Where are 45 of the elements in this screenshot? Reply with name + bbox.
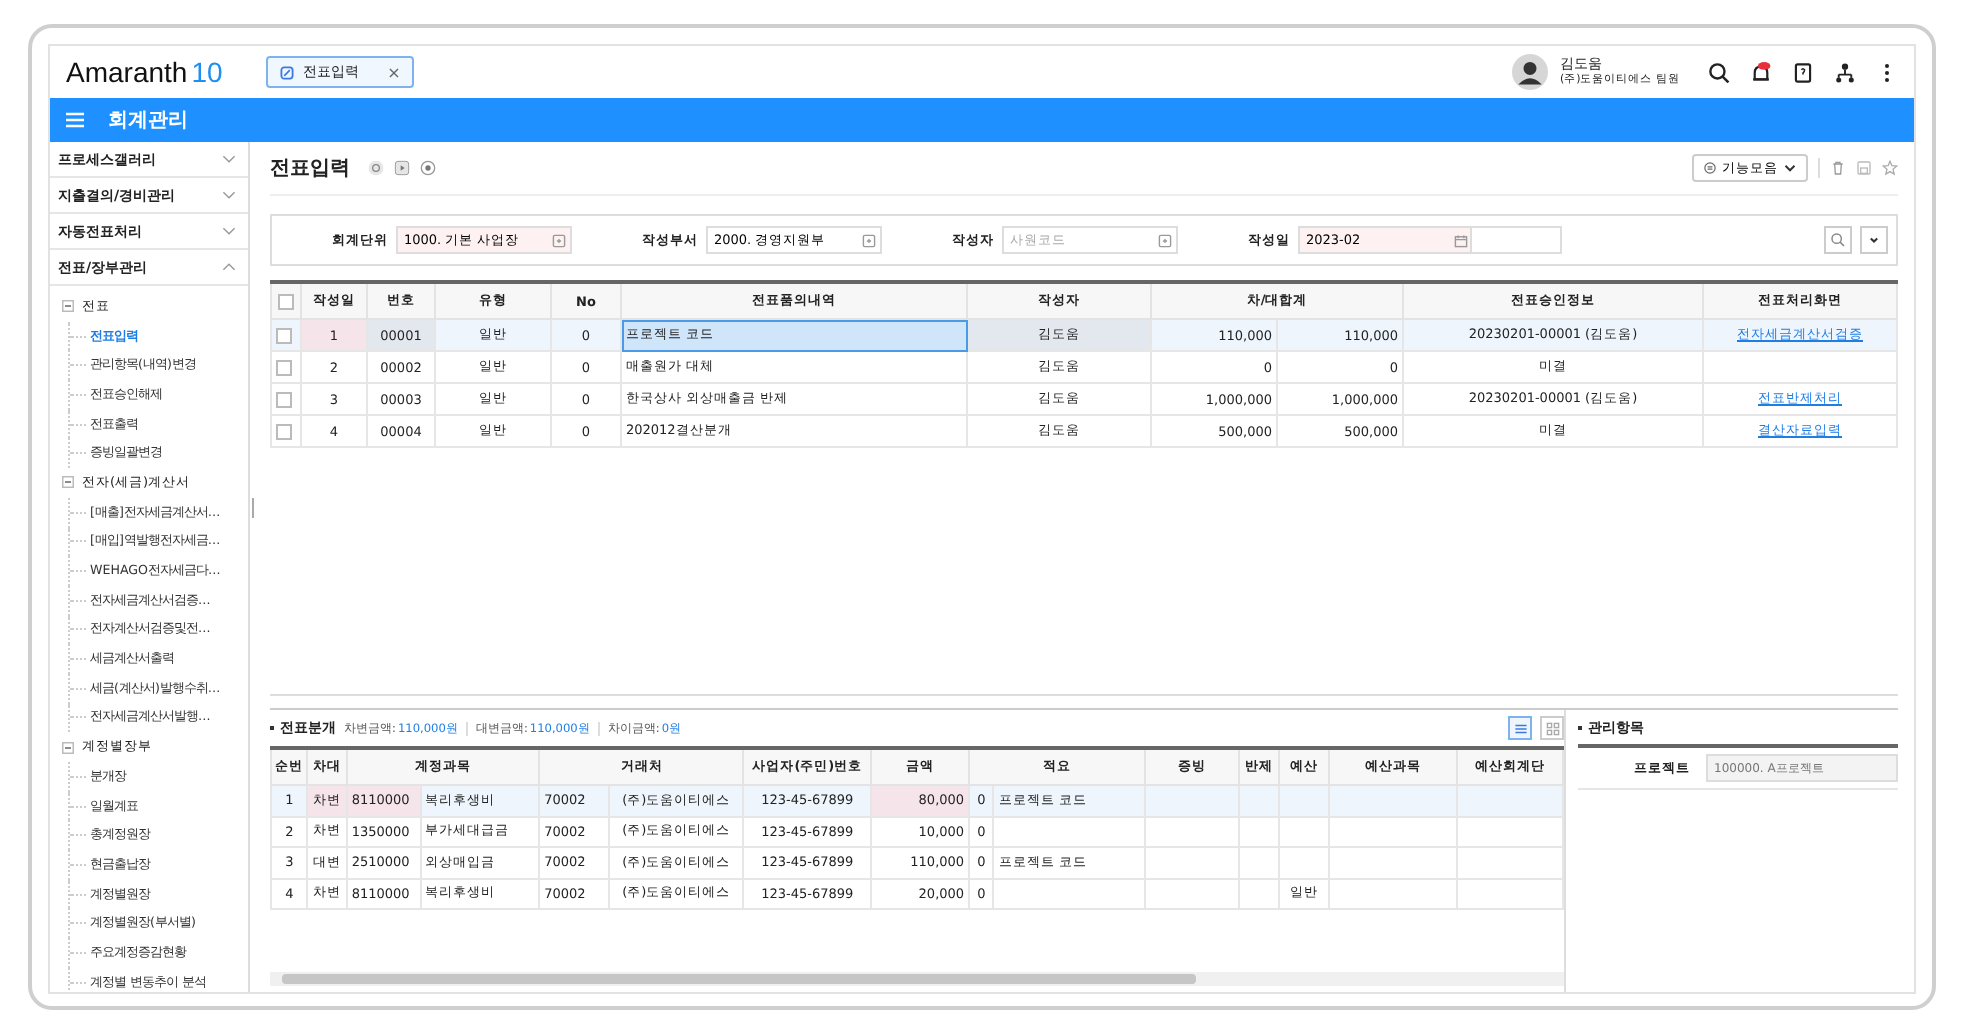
list-circle-icon (1704, 162, 1716, 174)
info-icon[interactable] (368, 160, 384, 176)
code-picker-icon[interactable] (1158, 233, 1172, 247)
caret-icon (1784, 162, 1796, 174)
calendar-icon[interactable] (1454, 233, 1468, 247)
collapse-icon[interactable] (62, 300, 74, 313)
splitter-handle[interactable] (252, 497, 254, 517)
date-end-field[interactable] (1470, 226, 1562, 254)
menu-icon[interactable] (66, 112, 84, 128)
app-logo: Amaranth 10 (66, 56, 223, 88)
select-all-checkbox[interactable] (278, 293, 294, 310)
grid-view-button[interactable] (1540, 716, 1564, 740)
horizontal-scrollbar[interactable] (270, 972, 1564, 986)
notification-bell-icon[interactable] (1750, 61, 1772, 83)
code-picker-icon[interactable] (552, 233, 566, 247)
save-icon[interactable] (1856, 160, 1872, 176)
search-button[interactable] (1824, 226, 1852, 254)
organization-chart-icon[interactable] (1834, 61, 1856, 83)
module-title: 회계관리 (108, 108, 188, 134)
expand-filter-button[interactable] (1860, 226, 1888, 254)
play-icon[interactable] (394, 160, 410, 176)
collapse-icon[interactable] (62, 741, 74, 754)
code-picker-icon[interactable] (862, 233, 876, 247)
row-checkbox[interactable] (276, 423, 292, 440)
search-icon (1830, 232, 1846, 248)
help-book-icon[interactable] (1792, 61, 1814, 83)
row-checkbox[interactable] (276, 391, 292, 408)
caret-icon (1866, 232, 1882, 248)
row-checkbox[interactable] (276, 327, 292, 344)
collapse-icon[interactable] (62, 476, 74, 489)
edit-icon (280, 65, 295, 79)
favorite-star-icon[interactable] (1882, 160, 1898, 176)
grid-icon (1545, 721, 1559, 735)
page-title: 전표입력 (270, 156, 350, 182)
search-icon[interactable] (1708, 61, 1730, 83)
chevron-down-icon (222, 226, 236, 236)
list-view-button[interactable] (1508, 716, 1532, 740)
delete-icon[interactable] (1830, 160, 1846, 176)
avatar-icon[interactable] (1511, 54, 1548, 90)
list-icon (1513, 721, 1527, 735)
record-icon[interactable] (420, 160, 436, 176)
row-checkbox[interactable] (276, 359, 292, 376)
chevron-up-icon (222, 262, 236, 272)
chevron-down-icon (222, 154, 236, 164)
chevron-down-icon (222, 190, 236, 200)
